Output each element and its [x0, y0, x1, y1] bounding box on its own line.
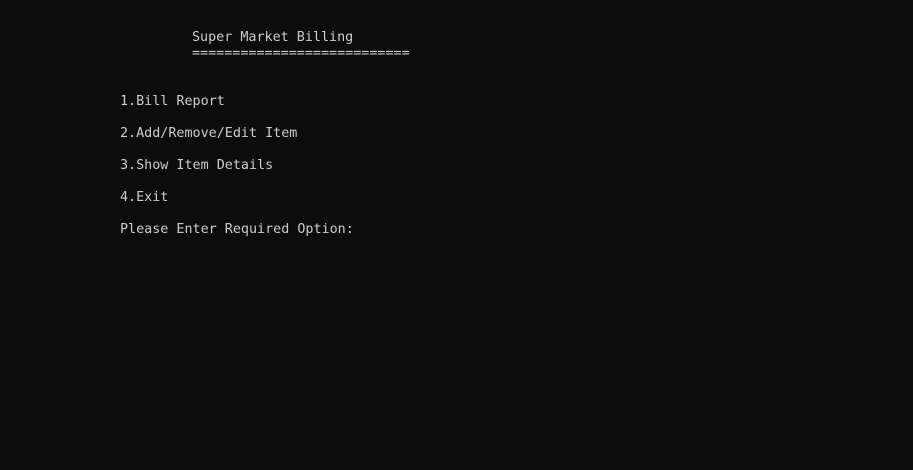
console-window[interactable]: Super Market Billing ===================…	[0, 0, 913, 470]
option-prompt-row: Please Enter Required Option:	[120, 222, 662, 238]
menu-item-bill-report: 1.Bill Report	[120, 94, 225, 109]
option-prompt-label: Please Enter Required Option:	[120, 222, 354, 237]
menu-item-add-remove-edit-item: 2.Add/Remove/Edit Item	[120, 126, 298, 141]
title-underline: ===========================	[192, 46, 410, 61]
menu-item-show-item-details: 3.Show Item Details	[120, 158, 274, 173]
option-input[interactable]	[361, 222, 662, 238]
menu-item-exit: 4.Exit	[120, 190, 169, 205]
app-title: Super Market Billing	[192, 30, 354, 45]
